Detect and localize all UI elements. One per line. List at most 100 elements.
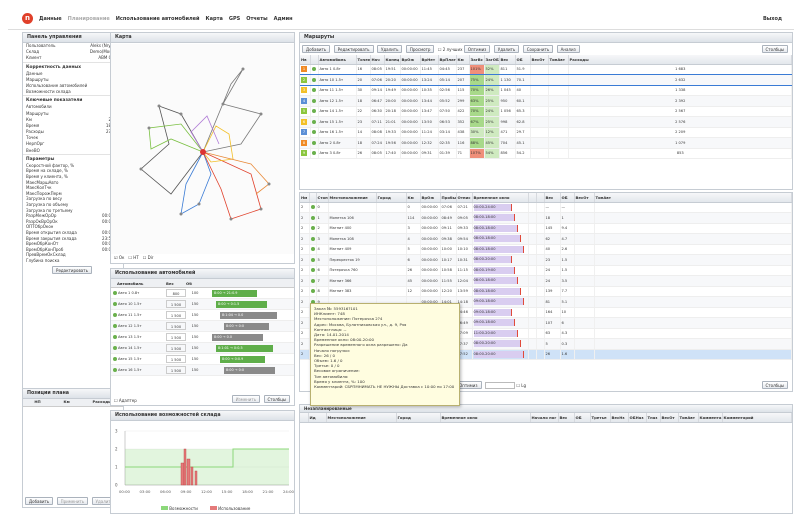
routes-column-header[interactable]: ВрНет [420,55,439,65]
unplanned-column-header[interactable]: ОБНаз [628,413,647,423]
vehicle-usage-row[interactable]: Авто 10 1.5т 1 500 150 8:00 → 0:1.5 [111,299,294,310]
change-button[interactable]: Изменить [231,395,261,403]
stops-column-header[interactable]: Местоположение [328,193,377,203]
stop-row[interactable]: 2 4 Магнит 409 5 00:00:00 10:00 10:10 08:00-18:… [300,244,792,255]
stops-column-header[interactable]: ВесОт [574,193,595,203]
routes-column-header[interactable]: Точек [356,55,371,65]
vehicle-usage-bar[interactable]: 8:00 → 21:0.9 [212,290,257,297]
route-row[interactable]: 8 Авто 2 0.8т 18 07:24 19:56 00:00:00 12:32 02:… [300,137,792,149]
route-map[interactable] [111,44,295,254]
routes-column-header[interactable]: ТипАвт [548,55,569,65]
routes-column-header[interactable]: ВесОт [530,55,549,65]
stops-column-header[interactable] [536,193,545,203]
routes-column-header[interactable]: Нач [370,55,385,65]
routes-column-header[interactable]: ЗагВс [469,55,485,65]
stops-column-header[interactable]: Км [406,193,421,203]
vehicle-usage-row[interactable]: Авто 15 1.5т 1 500 150 8:00 → 0:0.9 [111,354,294,365]
stop-row[interactable]: 2 0 0 00:00:00 07:06 07:21 00:00-24:00— — [300,202,792,213]
route-row[interactable]: 6 Авто 15 1.5т 23 07:11 21:01 00:00:00 13:50 06… [300,116,792,128]
save-routes-button[interactable]: Сохранить [522,45,554,53]
usage-columns-button[interactable]: Столбцы [263,395,290,403]
remove-button[interactable]: Удалить [493,45,520,53]
route-row[interactable]: 2 Авто 10 1.5т 20 07:06 20:20 00:00:00 13:24 05… [300,73,792,86]
analyze-button[interactable]: Анализ [556,45,580,53]
routes-column-header[interactable]: Расходы [568,55,792,65]
vehicle-usage-bar[interactable]: 8:1:01 → 0:0.5 [216,345,273,352]
stops-column-header[interactable]: ТипАвт [594,193,792,203]
routes-column-header[interactable]: Конец [384,55,401,65]
vehicle-usage-row[interactable]: Авто 16 1.5т 1 500 150 8:00 → 0:0 [111,365,294,376]
unplanned-column-header[interactable]: Город [396,413,441,423]
app-logo[interactable]: n [22,13,33,24]
add-plan-button[interactable]: Добавить [25,497,54,505]
recalculate-button[interactable]: Редактировать [52,265,92,274]
route-row[interactable]: 3 Авто 11 1.5т 30 09:14 19:49 00:00:00 10:35 02… [300,85,792,96]
vehicle-usage-bar[interactable]: 8:00 → 0:0.9 [220,356,265,363]
menu-planning[interactable]: Планирование [68,16,110,22]
add-route-button[interactable]: Добавить [302,45,331,53]
vehicle-usage-bar[interactable]: 8:1:04 → 0.0 [220,312,277,319]
unplanned-column-header[interactable]: Коммента [698,413,723,423]
stops-column-header[interactable]: Отпис [456,193,473,203]
stops-column-header[interactable] [528,193,537,203]
unplanned-column-header[interactable] [300,413,309,423]
stops-column-header[interactable] [309,193,317,203]
unplanned-column-header[interactable]: ТипАвт [678,413,699,423]
stops-column-header[interactable]: Вес [544,193,561,203]
routes-column-header[interactable]: Вес [499,55,516,65]
unplanned-column-header[interactable]: ВесОт [660,413,679,423]
ok-checkbox[interactable]: ☑ Ок [114,255,124,260]
menu-reports[interactable]: Отчеты [246,16,267,22]
routes-column-header[interactable]: Нв [300,55,311,65]
vehicle-usage-bar[interactable]: 8:00 → 0:0 [224,367,275,374]
vehicle-usage-row[interactable]: Авто 1 0.8т 800 100 8:00 → 21:0.9 [111,288,294,299]
stop-row[interactable]: 2 6 Пятерочка 760 26 00:00:00 10:58 11:15 08:00… [300,265,792,276]
stops-column-header[interactable]: Нм [300,193,310,203]
lg-checkbox[interactable]: ☐ Lg [516,383,526,388]
route-row[interactable]: 1 Авто 1 0.8т 16 08:05 19:51 00:00:00 11:45 04:… [300,64,792,75]
stops-columns-button[interactable]: Столбцы [761,381,788,389]
stop-row[interactable]: 2 1 Монетка 106 114 00:00:00 08:49 09:05 08:00-… [300,212,792,224]
unplanned-column-header[interactable]: ВесНз [610,413,629,423]
route-row[interactable]: 9 Авто 3 0.8т 26 08:05 17:40 00:00:00 09:31 01:… [300,148,792,159]
route-row[interactable]: 4 Авто 12 1.5т 18 06:47 20:00 00:00:00 13:44 05… [300,95,792,107]
route-row[interactable]: 7 Авто 16 1.5т 14 08:08 19:33 00:00:00 11:24 03… [300,127,792,138]
routes-column-header[interactable]: ВрОж [400,55,421,65]
stops-column-header[interactable]: Пробы [440,193,457,203]
stops-column-header[interactable]: Временное окно [472,193,529,203]
optimize-button[interactable]: Оптимиз [463,45,491,53]
routes-columns-button[interactable]: Столбцы [761,45,788,53]
unplanned-column-header[interactable]: Вес [558,413,575,423]
menu-gps[interactable]: GPS [229,16,240,22]
unplanned-column-header[interactable]: Местоположение [326,413,397,423]
unplanned-column-header[interactable]: ОБ [574,413,591,423]
unplanned-column-header[interactable]: Тназ [646,413,661,423]
unplanned-column-header[interactable]: Третье [590,413,611,423]
vehicle-usage-bar[interactable]: 8:00 → 0:0 [224,323,269,330]
unplanned-column-header[interactable]: Комментарий [722,413,792,423]
vehicle-usage-row[interactable]: Авто 11 1.5т 1 500 150 8:1:04 → 0.0 [111,310,294,321]
stops-column-header[interactable]: ВрОж [420,193,441,203]
unplanned-column-header[interactable]: Ид [308,413,327,423]
stop-row[interactable]: 2 3 Монетка 108 4 00:00:00 09:38 09:54 08:00-18… [300,233,792,245]
routes-column-header[interactable]: ЗагОБ [484,55,500,65]
routes-column-header[interactable]: ВрПлат [438,55,457,65]
routes-column-header[interactable]: Км [456,55,470,65]
vehicle-usage-bar[interactable]: 8:00 → 0.0 [212,334,263,341]
menu-vehicle-usage[interactable]: Использование автомобилей [116,16,200,22]
unplanned-column-header[interactable]: Начало пог [530,413,559,423]
vehicle-usage-row[interactable]: Авто 14 1.5т 1 500 150 8:1:01 → 0:0.5 [111,343,294,354]
menu-data[interactable]: Данные [39,16,62,22]
routes-column-header[interactable] [310,55,319,65]
route-row[interactable]: 5 Авто 14 1.5т 22 06:30 20:18 00:00:00 13:47 07… [300,106,792,117]
stops-filter-input[interactable] [484,382,515,389]
delete-route-button[interactable]: Удалить [376,45,403,53]
best-two-checkbox[interactable]: ☐ 2 лучших [438,47,463,52]
unplanned-column-header[interactable]: Временное окно [440,413,531,423]
routes-column-header[interactable]: ОБ [515,55,531,65]
stops-column-header[interactable]: ОБ [560,193,575,203]
logout-link[interactable]: Выход [763,16,782,22]
stops-column-header[interactable]: Стоп [316,193,329,203]
vehicle-usage-row[interactable]: Авто 12 1.5т 1 500 150 8:00 → 0:0 [111,321,294,332]
apply-plan-button[interactable]: Применить [56,497,89,505]
